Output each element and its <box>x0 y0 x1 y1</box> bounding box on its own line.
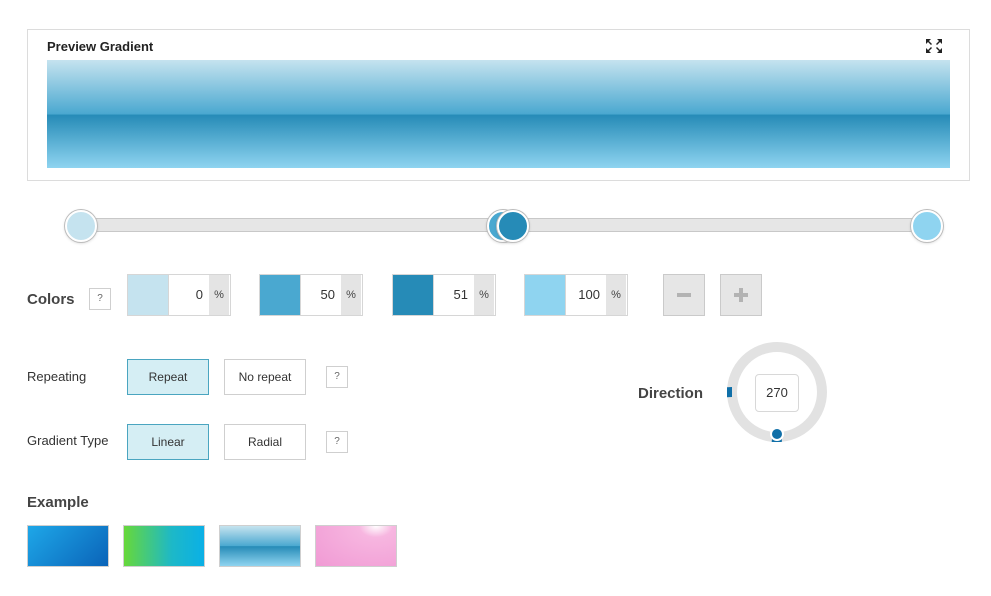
percent-unit: % <box>474 275 494 315</box>
color-stop-2: 50 % <box>259 274 363 316</box>
percent-unit: % <box>209 275 229 315</box>
preview-title: Preview Gradient <box>47 39 154 54</box>
repeat-button[interactable]: Repeat <box>127 359 209 395</box>
example-swatch-3[interactable] <box>219 525 301 567</box>
color-stop-1: 0 % <box>127 274 231 316</box>
remove-stop-button[interactable] <box>663 274 705 316</box>
plus-icon <box>734 288 748 302</box>
percent-unit: % <box>606 275 626 315</box>
colors-label: Colors <box>27 291 75 308</box>
direction-dial-handle <box>770 427 784 441</box>
color-stop-position-input[interactable]: 100 <box>566 275 606 315</box>
linear-button[interactable]: Linear <box>127 424 209 460</box>
color-swatch[interactable] <box>525 275 566 315</box>
minus-icon <box>677 293 691 297</box>
preview-gradient <box>47 60 950 168</box>
color-stop-position-input[interactable]: 50 <box>301 275 341 315</box>
no-repeat-button[interactable]: No repeat <box>224 359 306 395</box>
color-stop-4: 100 % <box>524 274 628 316</box>
colors-help-button[interactable]: ? <box>89 288 111 310</box>
color-swatch[interactable] <box>393 275 434 315</box>
example-label: Example <box>27 494 89 511</box>
radial-button[interactable]: Radial <box>224 424 306 460</box>
add-stop-button[interactable] <box>720 274 762 316</box>
color-stop-3: 51 % <box>392 274 496 316</box>
example-swatch-4[interactable] <box>315 525 397 567</box>
gradient-type-help-button[interactable]: ? <box>326 431 348 453</box>
color-swatch[interactable] <box>128 275 169 315</box>
stop-handle-0[interactable] <box>65 210 97 242</box>
example-swatch-2[interactable] <box>123 525 205 567</box>
direction-input[interactable]: 270 <box>755 374 799 412</box>
gradient-type-label: Gradient Type <box>27 433 109 448</box>
example-swatch-1[interactable] <box>27 525 109 567</box>
percent-unit: % <box>341 275 361 315</box>
color-stop-position-input[interactable]: 51 <box>434 275 474 315</box>
repeating-help-button[interactable]: ? <box>326 366 348 388</box>
color-swatch[interactable] <box>260 275 301 315</box>
fullscreen-icon[interactable] <box>925 38 943 54</box>
color-stop-position-input[interactable]: 0 <box>169 275 209 315</box>
preview-panel: Preview Gradient <box>27 29 970 181</box>
direction-label: Direction <box>638 385 704 402</box>
stop-handle-100[interactable] <box>911 210 943 242</box>
repeating-label: Repeating <box>27 369 87 384</box>
stop-handle-51[interactable] <box>497 210 529 242</box>
